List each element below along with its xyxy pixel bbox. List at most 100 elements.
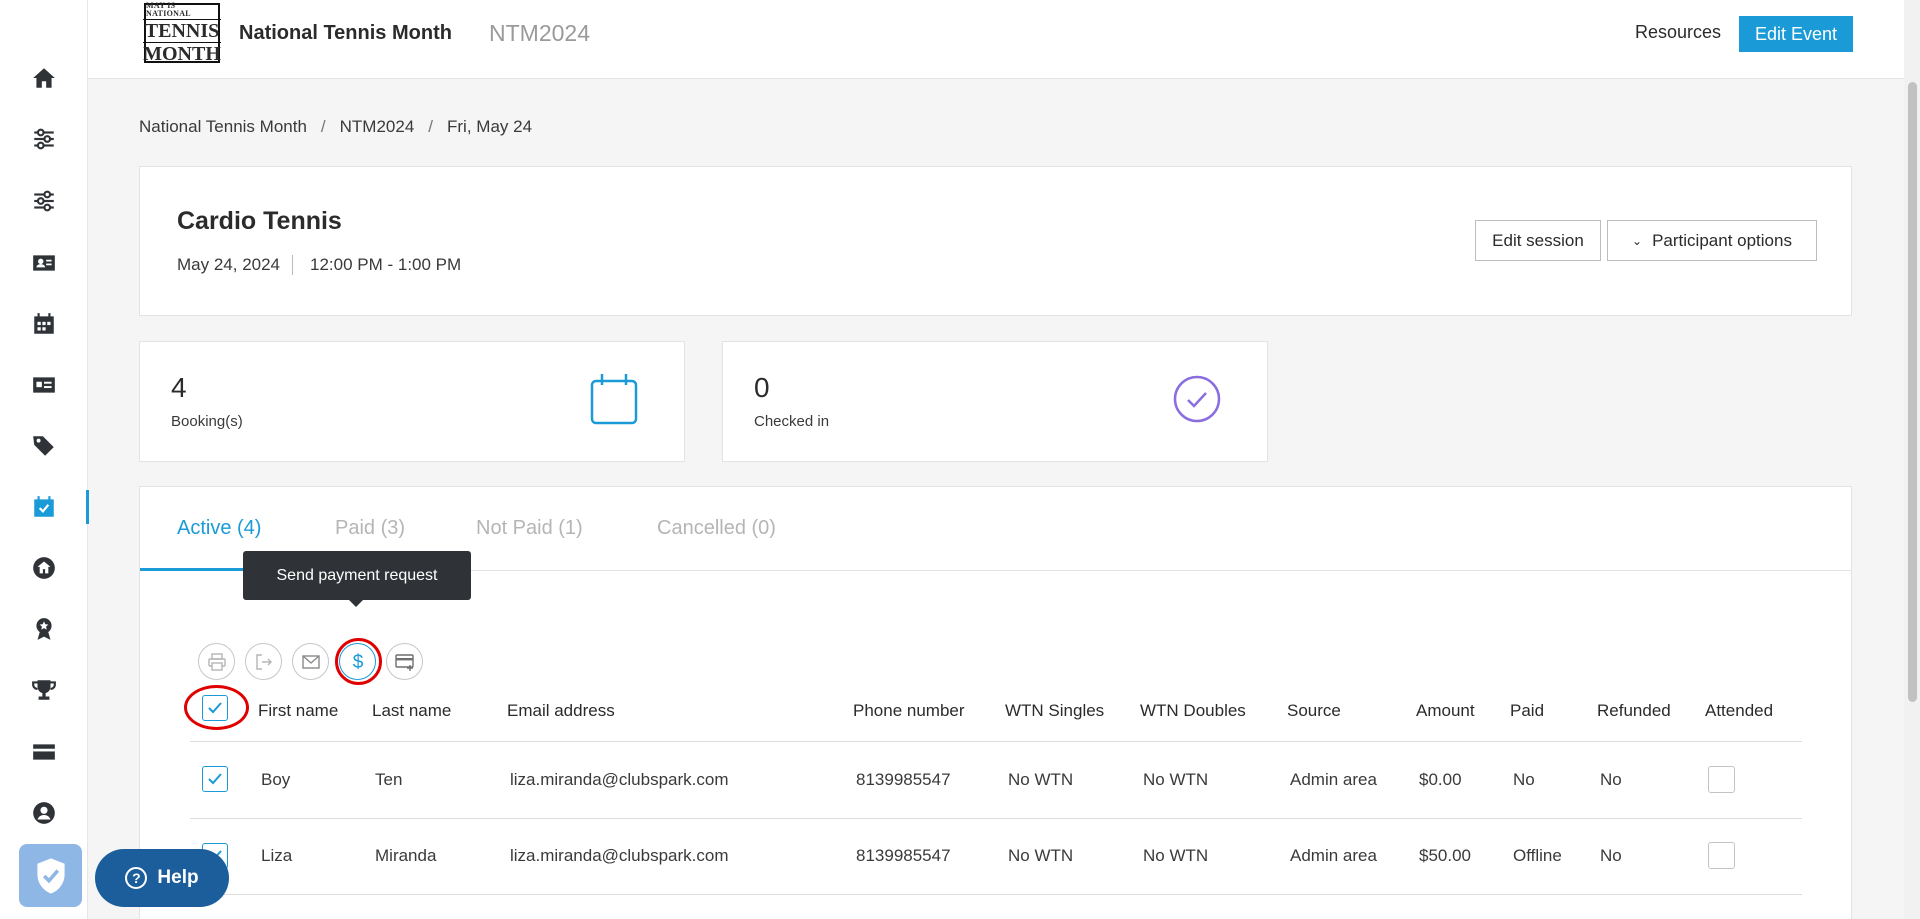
- edit-event-button[interactable]: Edit Event: [1739, 16, 1853, 52]
- row-phone: 8139985547: [856, 846, 951, 865]
- row-refunded: No: [1600, 770, 1622, 789]
- print-button[interactable]: [198, 643, 235, 680]
- event-name: National Tennis Month: [239, 22, 452, 44]
- col-amount[interactable]: Amount: [1416, 701, 1475, 721]
- calendar-outline-icon: [590, 374, 638, 425]
- row-divider: [190, 894, 1802, 895]
- attended-checkbox[interactable]: [1708, 766, 1735, 793]
- home-icon: [33, 68, 55, 88]
- nav-competitions[interactable]: [0, 665, 88, 715]
- nav-payments[interactable]: [0, 727, 88, 777]
- tab-active[interactable]: Active (4): [177, 517, 261, 540]
- trophy-icon: [32, 680, 56, 700]
- chevron-down-icon: ⌄: [1632, 233, 1643, 248]
- scrollbar-thumb[interactable]: [1908, 82, 1917, 702]
- breadcrumb-separator: /: [320, 117, 326, 136]
- row-source: Admin area: [1290, 770, 1377, 789]
- participant-options-button[interactable]: ⌄ Participant options: [1607, 220, 1817, 261]
- tab-not-paid[interactable]: Not Paid (1): [476, 517, 583, 540]
- award-ribbon-icon: [36, 618, 52, 640]
- col-wtn-doubles[interactable]: WTN Doubles: [1140, 701, 1246, 721]
- email-button[interactable]: [292, 643, 329, 680]
- card-add-icon: [394, 653, 414, 671]
- row-source: Admin area: [1290, 846, 1377, 865]
- row-wtn-singles: No WTN: [1008, 770, 1074, 789]
- tab-cancelled[interactable]: Cancelled (0): [657, 517, 776, 540]
- row-last-name: Miranda: [375, 846, 437, 865]
- row-wtn-singles: No WTN: [1008, 846, 1074, 865]
- row-email: liza.miranda@clubspark.com: [510, 770, 729, 789]
- row-refunded: No: [1600, 846, 1622, 865]
- row-email: liza.miranda@clubspark.com: [510, 846, 729, 865]
- nav-membership[interactable]: [0, 360, 88, 410]
- help-button[interactable]: ? Help: [95, 849, 229, 907]
- nav-events[interactable]: [0, 482, 89, 532]
- calendar-check-icon: [34, 496, 54, 517]
- house-circle-icon: [33, 557, 55, 579]
- contact-card-icon: [33, 255, 55, 271]
- breadcrumb-code[interactable]: NTM2024: [340, 117, 415, 137]
- nav-account[interactable]: [0, 788, 88, 838]
- col-phone[interactable]: Phone number: [853, 701, 965, 721]
- id-card-icon: [33, 377, 55, 393]
- nav-pricing[interactable]: [0, 421, 88, 471]
- row-divider: [190, 818, 1802, 819]
- envelope-icon: [301, 654, 320, 669]
- header-divider: [190, 741, 1802, 742]
- top-header: MAY IS NATIONAL TENNIS MONTH National Te…: [88, 0, 1904, 79]
- add-card-button[interactable]: [386, 643, 423, 680]
- check-icon: [208, 702, 222, 714]
- nav-contacts[interactable]: [0, 238, 88, 288]
- sliders-icon: [34, 190, 54, 212]
- attended-checkbox[interactable]: [1708, 842, 1735, 869]
- send-payment-request-button[interactable]: $: [339, 643, 376, 680]
- row-paid: Offline: [1513, 846, 1562, 865]
- event-logo: MAY IS NATIONAL TENNIS MONTH: [142, 2, 222, 65]
- col-last-name[interactable]: Last name: [372, 701, 451, 721]
- breadcrumb-date: Fri, May 24: [447, 117, 533, 136]
- select-all-checkbox[interactable]: [202, 695, 228, 721]
- nav-filters-2[interactable]: [0, 176, 88, 226]
- export-button[interactable]: [245, 643, 282, 680]
- nav-calendar[interactable]: [0, 299, 88, 349]
- col-wtn-singles[interactable]: WTN Singles: [1005, 701, 1104, 721]
- session-title: Cardio Tennis: [177, 207, 342, 235]
- dollar-icon: $: [352, 652, 363, 672]
- col-paid[interactable]: Paid: [1510, 701, 1544, 721]
- participant-options-label: Participant options: [1652, 230, 1792, 250]
- breadcrumb-separator: /: [428, 117, 434, 136]
- row-amount: $0.00: [1419, 770, 1462, 789]
- printer-icon: [207, 652, 226, 671]
- event-code: NTM2024: [489, 20, 590, 46]
- nav-home[interactable]: [0, 53, 88, 103]
- security-shield-button[interactable]: [19, 844, 82, 907]
- sign-out-icon: [255, 653, 272, 670]
- col-refunded[interactable]: Refunded: [1597, 701, 1671, 721]
- user-circle-icon: [33, 802, 55, 824]
- bookings-count: 4: [171, 372, 187, 403]
- calendar-icon: [34, 313, 54, 334]
- col-first-name[interactable]: First name: [258, 701, 338, 721]
- row-last-name: Ten: [375, 770, 403, 789]
- col-attended[interactable]: Attended: [1705, 701, 1773, 721]
- card-icon: [33, 744, 55, 760]
- check-circle-icon: [1173, 375, 1221, 423]
- row-wtn-doubles: No WTN: [1143, 846, 1209, 865]
- shield-check-icon: [36, 857, 65, 894]
- nav-awards[interactable]: [0, 604, 88, 654]
- row-paid: No: [1513, 770, 1535, 789]
- col-source[interactable]: Source: [1287, 701, 1341, 721]
- col-email[interactable]: Email address: [507, 701, 615, 721]
- edit-session-button[interactable]: Edit session: [1475, 220, 1601, 261]
- page-scrollbar[interactable]: [1904, 0, 1920, 919]
- tab-paid[interactable]: Paid (3): [335, 517, 405, 540]
- nav-filters-1[interactable]: [0, 114, 88, 164]
- row-select-checkbox[interactable]: [202, 766, 228, 792]
- check-icon: [208, 773, 222, 785]
- resources-link[interactable]: Resources: [1635, 22, 1721, 43]
- breadcrumb-event[interactable]: National Tennis Month: [139, 117, 307, 137]
- nav-venue[interactable]: [0, 543, 88, 593]
- bookings-label: Booking(s): [171, 413, 243, 430]
- row-wtn-doubles: No WTN: [1143, 770, 1209, 789]
- logo-line-3: MONTH: [143, 43, 221, 65]
